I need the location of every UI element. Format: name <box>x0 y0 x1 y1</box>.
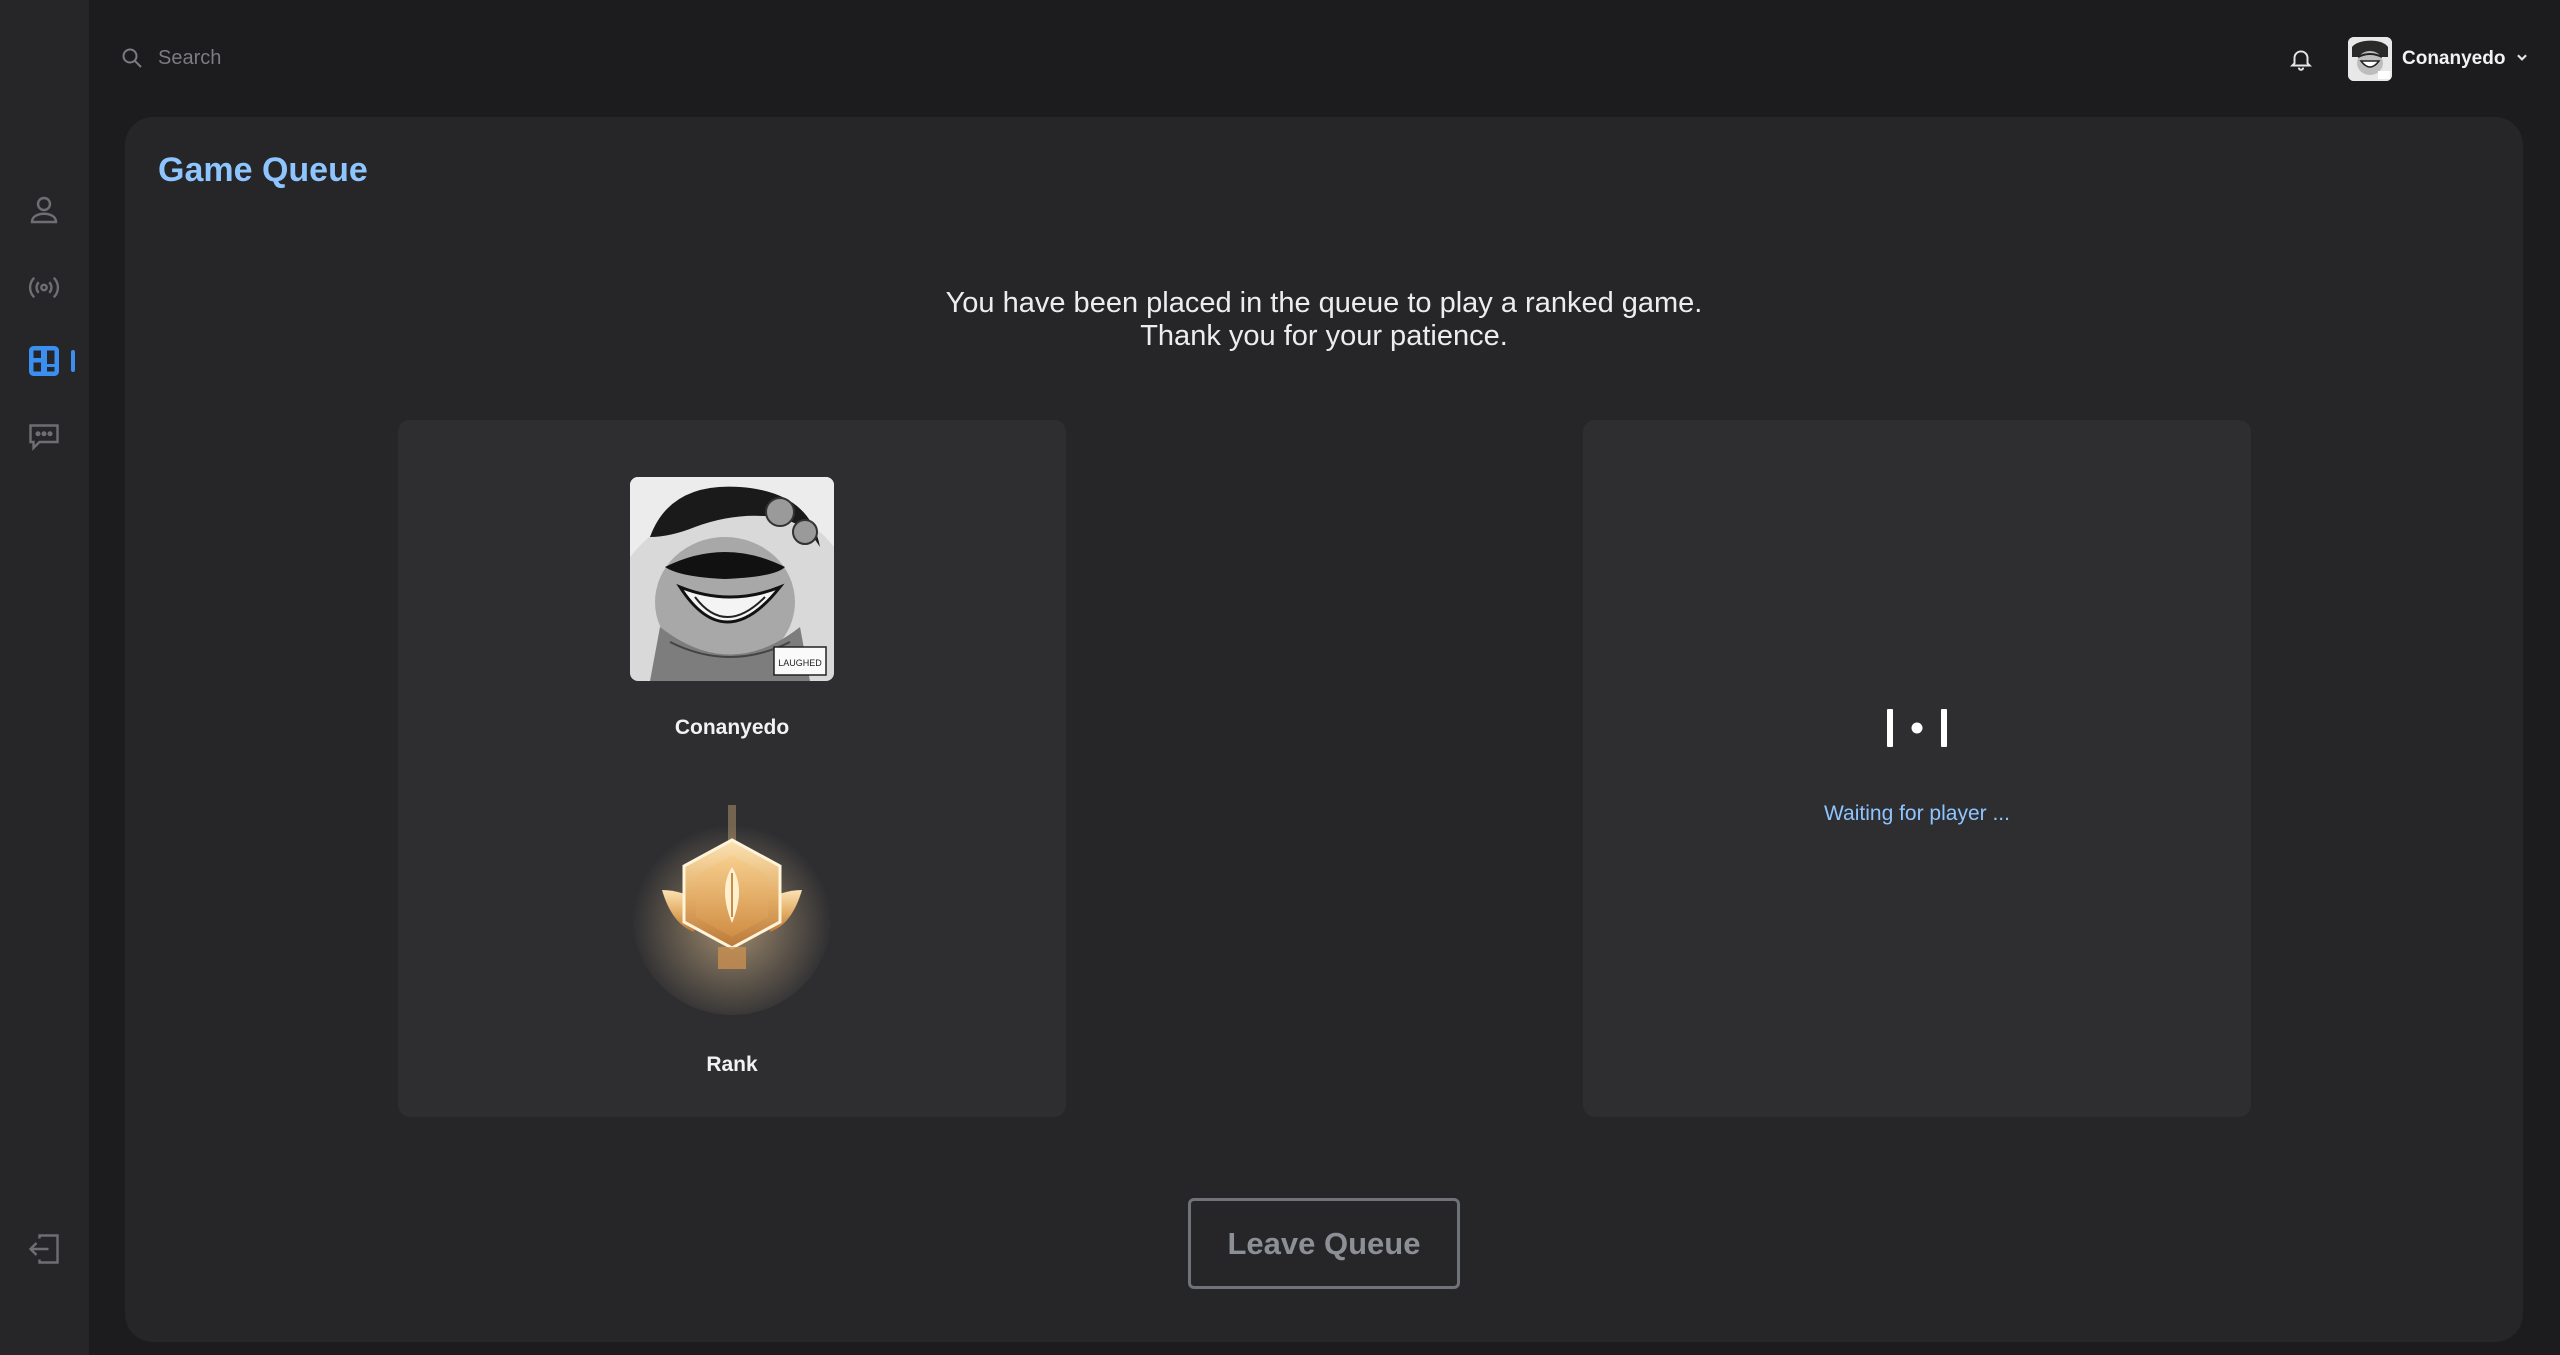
player-name: Conanyedo <box>674 716 790 739</box>
bell-icon <box>2289 50 2313 71</box>
game-board-icon <box>29 346 59 376</box>
avatar <box>2348 37 2392 81</box>
opponent-card: Waiting for player ... <box>1583 420 2251 1117</box>
player-card: LAUGHED Conanyedo Rank <box>398 420 1066 1117</box>
queue-message-line1: You have been placed in the queue to pla… <box>945 287 1703 319</box>
logout-button[interactable] <box>24 1229 64 1269</box>
avatar-caption: LAUGHED <box>778 658 822 668</box>
chevron-down-icon <box>2515 50 2529 69</box>
sidebar-item-profile[interactable] <box>24 190 64 230</box>
user-icon <box>30 196 58 224</box>
player-avatar: LAUGHED <box>630 477 834 681</box>
username: Conanyedo <box>2402 48 2506 69</box>
sidebar-item-live[interactable] <box>24 266 64 306</box>
waiting-status: Waiting for player ... <box>1824 802 2010 825</box>
search-bar <box>120 40 720 76</box>
broadcast-icon <box>28 276 60 299</box>
sidebar <box>0 0 89 1355</box>
search-input[interactable] <box>158 46 658 70</box>
main-panel: Game Queue You have been placed in the q… <box>125 117 2523 1342</box>
search-icon <box>122 48 142 68</box>
user-menu[interactable]: Conanyedo <box>2348 36 2529 82</box>
rank-badge-icon <box>622 795 842 1015</box>
active-indicator <box>71 350 75 372</box>
queue-message: You have been placed in the queue to pla… <box>125 287 2523 353</box>
sidebar-item-chat[interactable] <box>24 416 64 456</box>
notifications-button[interactable] <box>2286 44 2316 74</box>
chat-icon <box>29 424 59 451</box>
rank-label: Rank <box>706 1053 758 1076</box>
sidebar-item-game[interactable] <box>24 341 64 381</box>
page-title: Game Queue <box>158 151 368 189</box>
leave-queue-button[interactable]: Leave Queue <box>1188 1198 1460 1289</box>
queue-message-line2: Thank you for your patience. <box>1140 320 1508 352</box>
logout-icon <box>28 1234 59 1264</box>
loading-spinner-icon <box>1883 707 1951 751</box>
